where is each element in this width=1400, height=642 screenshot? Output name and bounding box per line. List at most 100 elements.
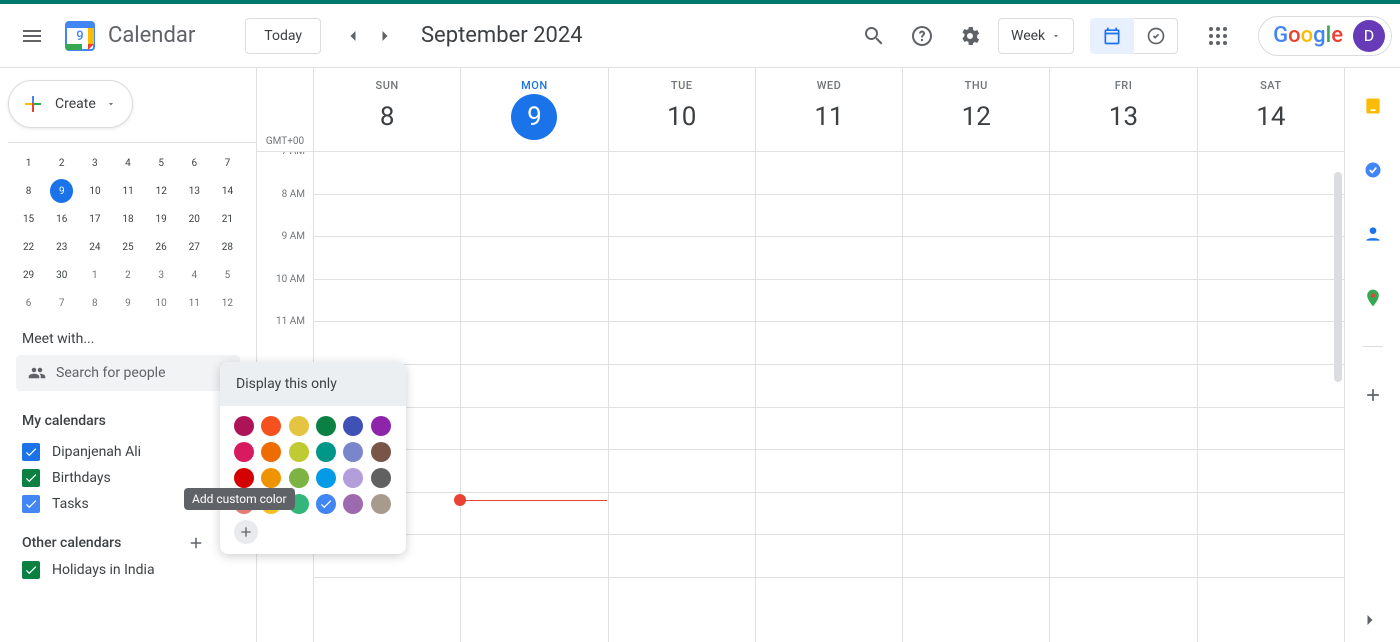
- color-swatch[interactable]: [289, 442, 309, 462]
- search-people-input[interactable]: Search for people: [16, 355, 240, 391]
- mini-cal-day[interactable]: 1: [12, 149, 45, 177]
- mini-cal-day[interactable]: 2: [45, 149, 78, 177]
- color-swatch[interactable]: [343, 468, 363, 488]
- mini-cal-day[interactable]: 11: [112, 177, 145, 205]
- prev-period-button[interactable]: [337, 20, 369, 52]
- color-swatch[interactable]: [261, 468, 281, 488]
- mini-cal-day[interactable]: 27: [178, 233, 211, 261]
- color-swatch[interactable]: [289, 468, 309, 488]
- mini-cal-day[interactable]: 28: [211, 233, 244, 261]
- mini-cal-day[interactable]: 17: [78, 205, 111, 233]
- mini-calendar[interactable]: 1234567891011121314151617181920212223242…: [8, 142, 256, 317]
- settings-icon[interactable]: [950, 16, 990, 56]
- color-swatch[interactable]: [371, 416, 391, 436]
- mini-cal-day[interactable]: 16: [45, 205, 78, 233]
- today-button[interactable]: Today: [245, 18, 321, 54]
- account-button[interactable]: Google D: [1258, 16, 1392, 56]
- day-column[interactable]: [608, 152, 755, 642]
- mini-cal-day[interactable]: 26: [145, 233, 178, 261]
- mini-cal-day[interactable]: 1: [78, 261, 111, 289]
- mini-cal-day[interactable]: 21: [211, 205, 244, 233]
- mini-cal-day[interactable]: 24: [78, 233, 111, 261]
- day-column[interactable]: [1049, 152, 1196, 642]
- mini-cal-day[interactable]: 14: [211, 177, 244, 205]
- calendar-item[interactable]: Dipanjenah Ali: [8, 439, 256, 465]
- add-custom-color-button[interactable]: [234, 520, 258, 544]
- day-column[interactable]: [1197, 152, 1344, 642]
- mini-cal-day[interactable]: 29: [12, 261, 45, 289]
- mini-cal-day[interactable]: 8: [78, 289, 111, 317]
- scrollbar[interactable]: [1334, 172, 1342, 382]
- mini-cal-day[interactable]: 3: [145, 261, 178, 289]
- mini-cal-day[interactable]: 8: [12, 177, 45, 205]
- checkbox[interactable]: [22, 561, 40, 579]
- day-column[interactable]: [902, 152, 1049, 642]
- color-swatch[interactable]: [316, 416, 336, 436]
- color-swatch[interactable]: [371, 468, 391, 488]
- mini-cal-day[interactable]: 13: [178, 177, 211, 205]
- checkbox[interactable]: [22, 443, 40, 461]
- mini-cal-day[interactable]: 22: [12, 233, 45, 261]
- mini-cal-day[interactable]: 23: [45, 233, 78, 261]
- mini-cal-day[interactable]: 12: [211, 289, 244, 317]
- mini-cal-day[interactable]: 5: [145, 149, 178, 177]
- mini-cal-day[interactable]: 19: [145, 205, 178, 233]
- color-swatch[interactable]: [234, 416, 254, 436]
- mini-cal-day[interactable]: 9: [111, 289, 144, 317]
- google-apps-icon[interactable]: [1198, 16, 1238, 56]
- color-swatch[interactable]: [371, 442, 391, 462]
- color-swatch[interactable]: [234, 442, 254, 462]
- mini-cal-day[interactable]: 6: [178, 149, 211, 177]
- mini-cal-day[interactable]: 12: [145, 177, 178, 205]
- checkbox[interactable]: [22, 495, 40, 513]
- add-other-calendar-button[interactable]: [182, 529, 210, 557]
- color-swatch[interactable]: [234, 468, 254, 488]
- mini-cal-day[interactable]: 18: [111, 205, 144, 233]
- day-column[interactable]: [460, 152, 607, 642]
- mini-cal-day[interactable]: 20: [178, 205, 211, 233]
- app-logo[interactable]: 9 Calendar: [60, 16, 195, 56]
- day-header[interactable]: SAT14: [1197, 68, 1344, 151]
- main-menu-button[interactable]: [8, 12, 56, 60]
- color-swatch[interactable]: [261, 442, 281, 462]
- color-swatch[interactable]: [261, 416, 281, 436]
- view-selector[interactable]: Week: [998, 18, 1074, 54]
- color-swatch[interactable]: [343, 494, 363, 514]
- mini-cal-day[interactable]: 7: [211, 149, 244, 177]
- maps-icon[interactable]: [1353, 278, 1393, 318]
- display-only-button[interactable]: Display this only: [220, 362, 406, 406]
- keep-icon[interactable]: [1353, 86, 1393, 126]
- mini-cal-day[interactable]: 6: [12, 289, 45, 317]
- checkbox[interactable]: [22, 469, 40, 487]
- mini-cal-day[interactable]: 10: [145, 289, 178, 317]
- calendar-item[interactable]: Holidays in India: [8, 557, 256, 583]
- mini-cal-day[interactable]: 4: [111, 149, 144, 177]
- color-swatch[interactable]: [289, 416, 309, 436]
- color-swatch[interactable]: [316, 442, 336, 462]
- create-button[interactable]: Create: [8, 80, 133, 128]
- mini-cal-day[interactable]: 10: [78, 177, 111, 205]
- contacts-icon[interactable]: [1353, 214, 1393, 254]
- mini-cal-day[interactable]: 3: [78, 149, 111, 177]
- day-header[interactable]: TUE10: [608, 68, 755, 151]
- day-header[interactable]: THU12: [902, 68, 1049, 151]
- color-swatch[interactable]: [343, 442, 363, 462]
- support-icon[interactable]: [902, 16, 942, 56]
- mini-cal-day[interactable]: 15: [12, 205, 45, 233]
- mini-cal-day[interactable]: 2: [111, 261, 144, 289]
- day-header[interactable]: MON9: [460, 68, 607, 151]
- day-header[interactable]: FRI13: [1049, 68, 1196, 151]
- day-header[interactable]: WED11: [755, 68, 902, 151]
- mini-cal-day[interactable]: 25: [111, 233, 144, 261]
- tasks-icon[interactable]: [1353, 150, 1393, 190]
- calendar-view-button[interactable]: [1090, 18, 1134, 54]
- mini-cal-day[interactable]: 7: [45, 289, 78, 317]
- day-header[interactable]: SUN8: [313, 68, 460, 151]
- color-swatch[interactable]: [316, 468, 336, 488]
- color-swatch[interactable]: [371, 494, 391, 514]
- mini-cal-day[interactable]: 30: [45, 261, 78, 289]
- color-swatch[interactable]: [316, 494, 336, 514]
- mini-cal-day[interactable]: 4: [178, 261, 211, 289]
- mini-cal-day[interactable]: 5: [211, 261, 244, 289]
- search-icon[interactable]: [854, 16, 894, 56]
